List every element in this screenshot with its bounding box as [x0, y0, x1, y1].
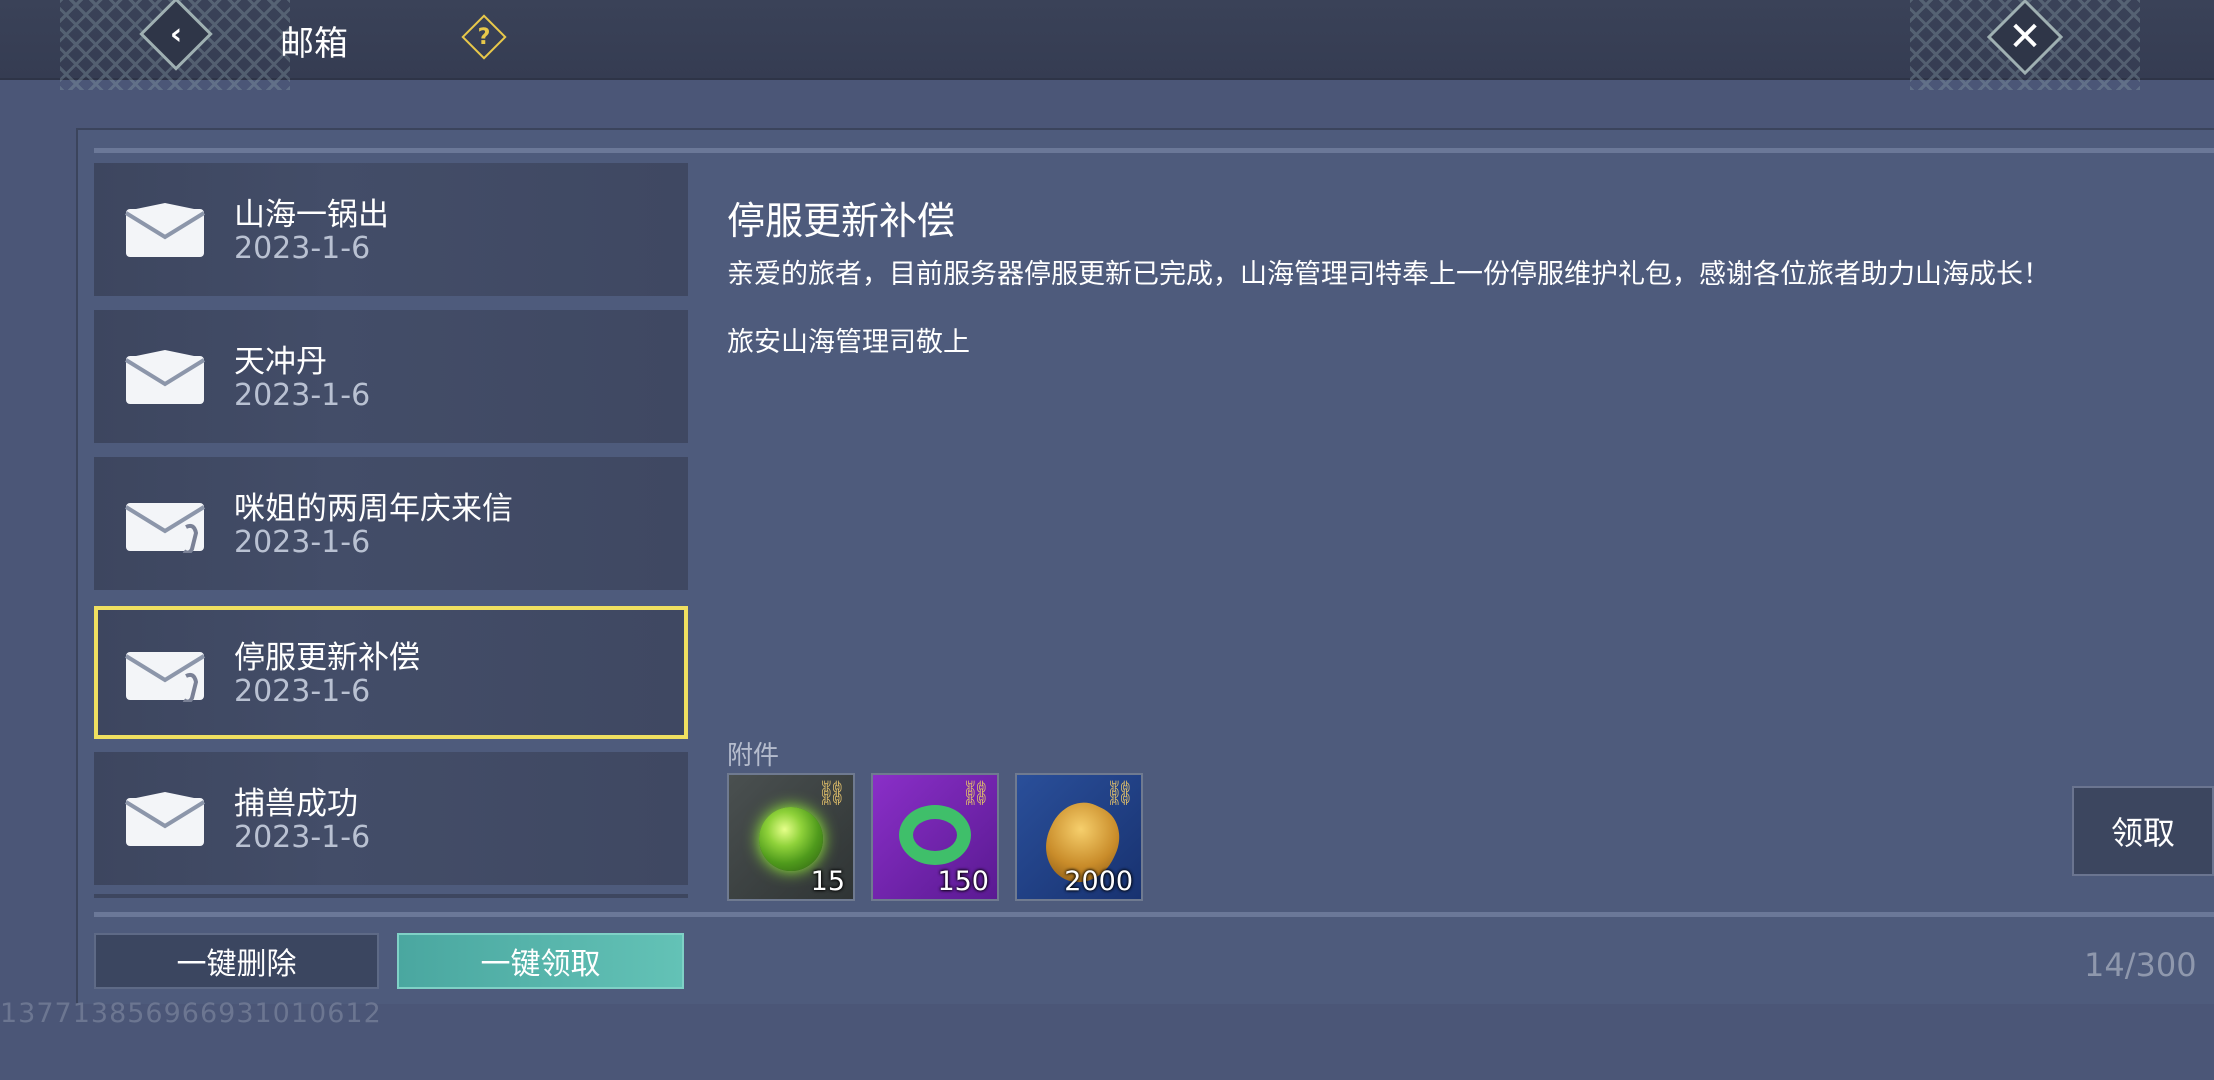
envelope-icon [124, 350, 206, 404]
mail-date: 2023-1-6 [234, 378, 371, 413]
bound-link-icon: ⛓ [960, 779, 991, 807]
envelope-attachment-icon [124, 503, 206, 553]
mail-detail-signature: 旅安山海管理司敬上 [727, 327, 970, 358]
attachment-qty: 2000 [1064, 866, 1133, 897]
mail-count: 14/300 [2084, 946, 2197, 984]
mail-date: 2023-1-6 [234, 231, 371, 266]
attachment-qty: 15 [810, 866, 845, 897]
mail-date: 2023-1-6 [234, 674, 371, 709]
close-icon: ✕ [2008, 13, 2042, 60]
envelope-attachment-icon [124, 652, 206, 702]
green-orb-icon [759, 807, 823, 871]
bound-link-icon: ⛓ [816, 779, 847, 807]
envelope-icon [124, 792, 206, 846]
mail-title: 停服更新补偿 [234, 640, 420, 676]
user-id: 13771385696693101061​2 [0, 998, 382, 1029]
jade-ring-icon [899, 805, 971, 865]
back-icon: ‹ [169, 16, 183, 52]
mail-list-item-partial [94, 894, 688, 898]
mail-date: 2023-1-6 [234, 820, 371, 855]
page-title: 邮箱 [280, 24, 348, 64]
mail-detail-heading: 停服更新补偿 [727, 199, 956, 243]
bound-link-icon: ⛓ [1104, 779, 1135, 807]
attachments-label: 附件 [727, 741, 780, 771]
attachment-item[interactable]: ⛓ 15 [727, 773, 855, 901]
attachment-qty: 150 [937, 866, 989, 897]
mail-detail-body: 亲爱的旅者，目前服务器停服更新已完成，山海管理司特奉上一份停服维护礼包，感谢各位… [727, 259, 2050, 290]
claim-button[interactable]: 领取 [2072, 786, 2214, 876]
envelope-icon [124, 203, 206, 257]
mail-list-item[interactable]: 捕兽成功 2023-1-6 [94, 752, 688, 885]
attachment-item[interactable]: ⛓ 150 [871, 773, 999, 901]
divider-bottom [94, 912, 2214, 917]
mail-list-item[interactable]: 山海一锅出 2023-1-6 [94, 163, 688, 296]
mail-list-item-selected[interactable]: 停服更新补偿 2023-1-6 [94, 606, 688, 739]
help-icon: ? [477, 24, 491, 50]
mail-title: 咪姐的两周年庆来信 [234, 491, 513, 527]
mail-title: 山海一锅出 [234, 197, 389, 233]
mail-list-item[interactable]: 天冲丹 2023-1-6 [94, 310, 688, 443]
claim-all-button[interactable]: 一键领取 [397, 933, 684, 989]
mail-list-item[interactable]: 咪姐的两周年庆来信 2023-1-6 [94, 457, 688, 590]
mail-date: 2023-1-6 [234, 525, 371, 560]
delete-all-button[interactable]: 一键删除 [94, 933, 379, 989]
divider-top [94, 148, 2214, 153]
attachment-item[interactable]: ⛓ 2000 [1015, 773, 1143, 901]
mail-title: 捕兽成功 [234, 786, 358, 822]
mail-title: 天冲丹 [234, 344, 327, 380]
